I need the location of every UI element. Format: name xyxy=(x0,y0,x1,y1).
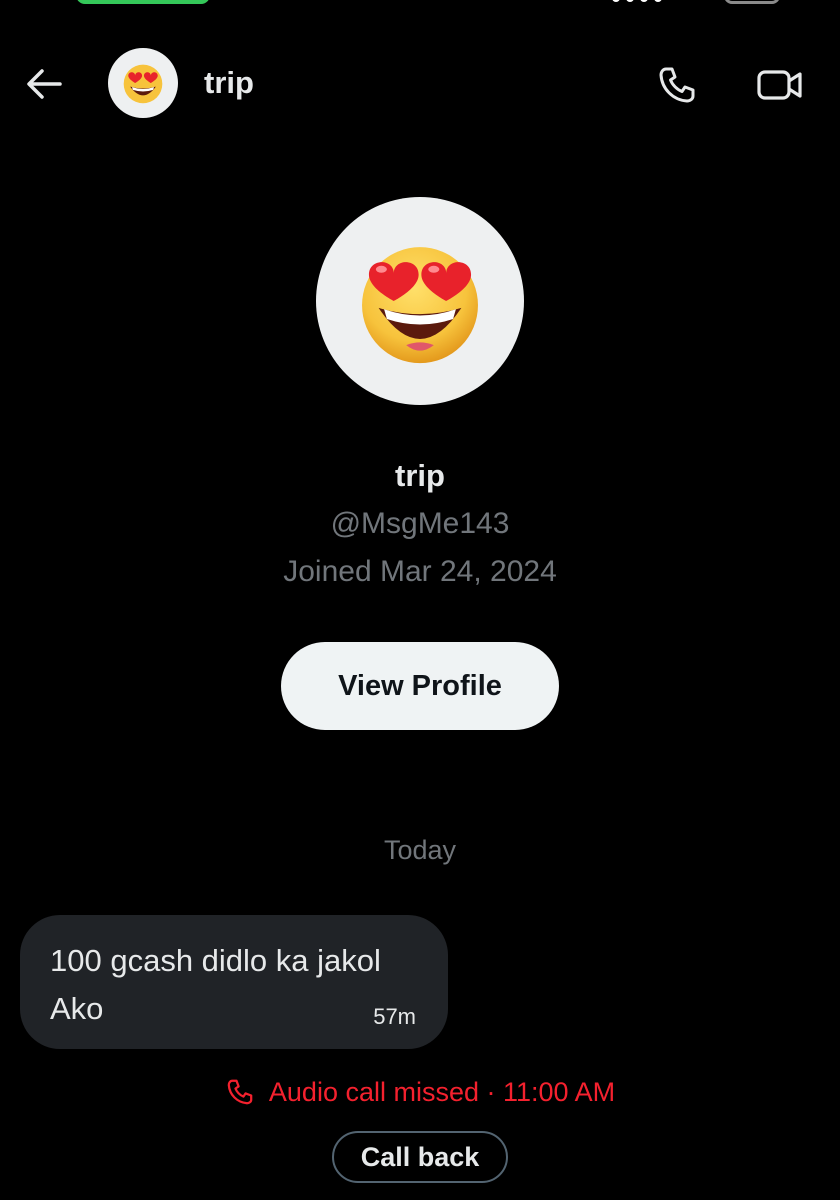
video-call-button[interactable] xyxy=(752,60,808,110)
phone-missed-icon xyxy=(225,1077,255,1107)
heart-eyes-emoji-icon xyxy=(362,247,478,364)
call-back-button[interactable]: Call back xyxy=(332,1131,508,1183)
missed-call-notice: Audio call missed · 11:00 AM xyxy=(0,1072,840,1112)
audio-call-button[interactable] xyxy=(652,60,702,110)
profile-name: trip xyxy=(395,458,445,493)
missed-call-text: Audio call missed · 11:00 AM xyxy=(268,1077,616,1107)
heart-eyes-emoji-icon xyxy=(123,64,163,104)
avatar[interactable] xyxy=(108,48,178,118)
message-timestamp: 57m xyxy=(373,1004,416,1029)
conversation-header: trip xyxy=(0,44,840,124)
status-indicator-pill xyxy=(76,0,210,4)
header-contact-name[interactable]: trip xyxy=(204,64,254,102)
profile-avatar[interactable] xyxy=(316,197,524,405)
back-button[interactable] xyxy=(22,62,66,106)
battery-icon xyxy=(724,0,780,4)
phone-icon xyxy=(659,67,695,103)
received-message-bubble[interactable]: 100 gcash didlo ka jakol Ako 57m xyxy=(20,915,448,1049)
view-profile-button[interactable]: View Profile xyxy=(281,642,559,730)
signal-icon xyxy=(612,0,662,2)
video-camera-icon xyxy=(757,70,802,100)
date-divider: Today xyxy=(383,835,457,865)
arrow-left-icon xyxy=(27,69,62,99)
profile-handle: @MsgMe143 xyxy=(330,507,510,540)
profile-joined-date: Joined Mar 24, 2024 xyxy=(283,555,557,588)
